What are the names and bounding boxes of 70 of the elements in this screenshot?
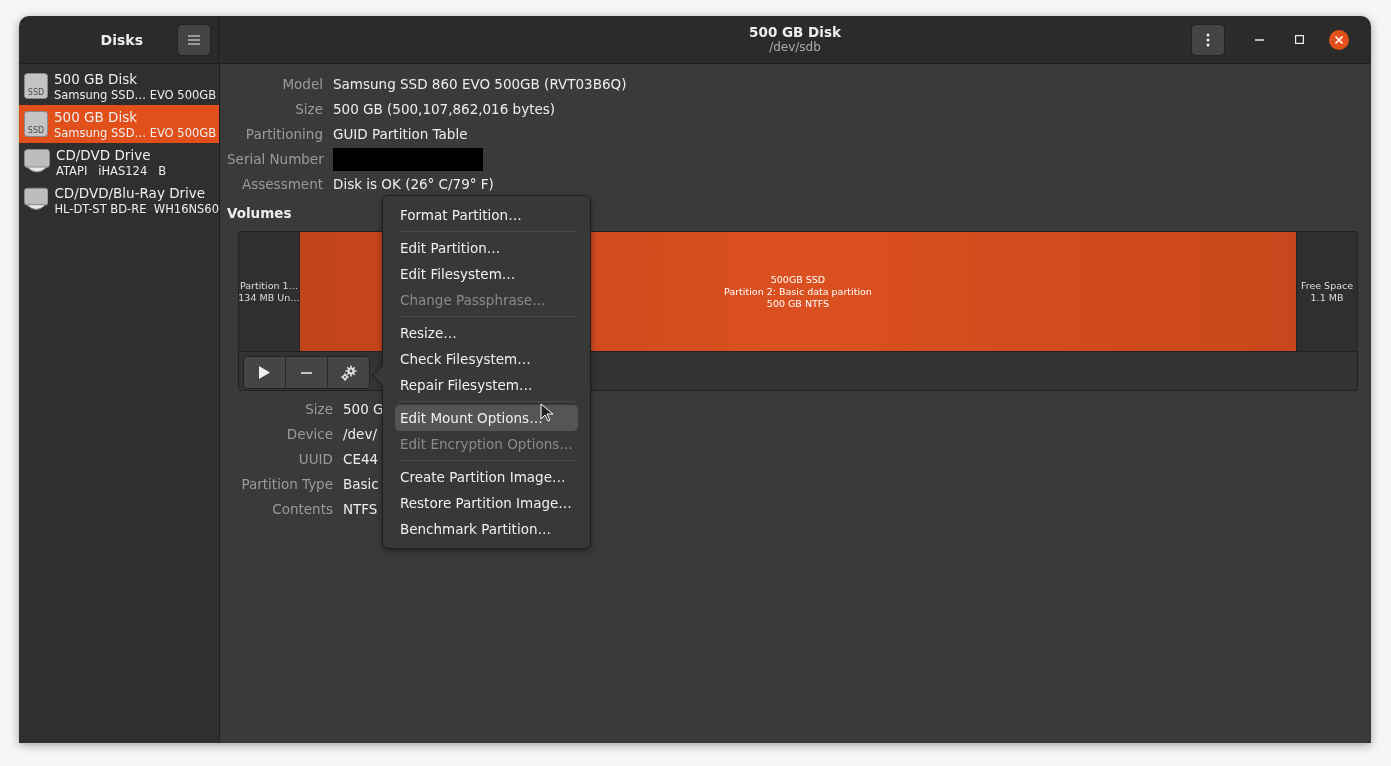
field-value: Samsung SSD 860 EVO 500GB (RVT03B6Q) bbox=[333, 75, 627, 94]
field-label: UUID bbox=[297, 450, 333, 469]
menu-item[interactable]: Restore Partition Image… bbox=[395, 490, 578, 516]
menu-item[interactable]: Edit Mount Options… bbox=[395, 405, 578, 431]
disk-list-item[interactable]: SSD 500 GB Disk Samsung SSD… EVO 500GB bbox=[19, 105, 219, 143]
disk-model: HL-DT-ST BD-RE WH16NS60 bbox=[54, 201, 219, 216]
menu-item[interactable]: Edit Partition… bbox=[395, 235, 578, 261]
field-value: CE44 bbox=[343, 450, 380, 469]
partition-label: Partition 2: Basic data partition bbox=[724, 285, 872, 298]
close-icon bbox=[1329, 29, 1349, 50]
partition-label: 500GB SSD bbox=[770, 273, 826, 286]
partition-segment[interactable]: Partition 1… 134 MB Un… bbox=[239, 232, 299, 351]
field-value: /dev/ bbox=[343, 425, 378, 444]
field-label: Serial Number bbox=[227, 150, 323, 169]
ssd-drive-icon: SSD bbox=[24, 73, 48, 99]
disk-list-item[interactable]: CD/DVD Drive ATAPI iHAS124 B bbox=[19, 143, 219, 181]
disk-name: CD/DVD Drive bbox=[56, 146, 152, 164]
disk-model: Samsung SSD… EVO 500GB bbox=[54, 125, 217, 140]
settings-button[interactable] bbox=[327, 357, 369, 388]
partition-label: 500 GB NTFS bbox=[766, 297, 830, 310]
mouse-pointer-icon bbox=[540, 403, 554, 423]
disk-list-item[interactable]: SSD 500 GB Disk Samsung SSD… EVO 500GB bbox=[19, 67, 219, 105]
field-value: 500 G bbox=[343, 400, 384, 419]
optical-drive-icon bbox=[24, 149, 50, 175]
app-title: Disks bbox=[100, 31, 143, 48]
menu-item[interactable]: Resize… bbox=[395, 320, 578, 346]
partition-label: 134 MB Un… bbox=[238, 291, 300, 304]
more-options-button[interactable] bbox=[1191, 23, 1225, 56]
field-value: NTFS bbox=[343, 500, 379, 519]
partition-segment[interactable]: Free Space 1.1 MB bbox=[1296, 232, 1357, 351]
disk-model: Samsung SSD… EVO 500GB bbox=[54, 87, 217, 102]
field-value: Basic bbox=[343, 475, 380, 494]
disk-name: 500 GB Disk bbox=[54, 70, 139, 88]
menu-item[interactable]: Edit Filesystem… bbox=[395, 261, 578, 287]
disk-name: 500 GB Disk bbox=[54, 108, 139, 126]
menu-item[interactable]: Benchmark Partition… bbox=[395, 516, 578, 542]
hamburger-icon bbox=[188, 34, 200, 45]
menu-item[interactable]: Format Partition… bbox=[395, 202, 578, 228]
partition-label: 1.1 MB bbox=[1310, 291, 1344, 304]
field-label: Device bbox=[285, 425, 333, 444]
window-title: 500 GB Disk bbox=[748, 24, 842, 40]
menu-item[interactable]: Create Partition Image… bbox=[395, 464, 578, 490]
field-label: Size bbox=[294, 100, 323, 119]
field-value: 500 GB (500,107,862,016 bytes) bbox=[333, 100, 557, 119]
partition-label: Partition 1… bbox=[239, 279, 299, 292]
gears-icon bbox=[340, 364, 357, 381]
mount-button[interactable] bbox=[244, 357, 285, 388]
minus-icon bbox=[301, 371, 312, 374]
optical-drive-icon bbox=[24, 187, 49, 213]
disk-name: CD/DVD/Blu-Ray Drive bbox=[54, 184, 207, 202]
field-label: Contents bbox=[271, 500, 333, 519]
field-value: GUID Partition Table bbox=[333, 125, 469, 144]
field-label: Model bbox=[281, 75, 323, 94]
disk-list-item[interactable]: CD/DVD/Blu-Ray Drive HL-DT-ST BD-RE WH16NS60 bbox=[19, 181, 219, 219]
field-value: Disk is OK (26° C/79° F) bbox=[333, 175, 495, 194]
minimize-icon bbox=[1254, 38, 1264, 41]
field-label: Assessment bbox=[241, 175, 323, 194]
field-label: Partition Type bbox=[240, 475, 333, 494]
menu-button[interactable] bbox=[177, 23, 211, 56]
field-label: Size bbox=[304, 400, 333, 419]
ssd-drive-icon: SSD bbox=[24, 111, 48, 137]
play-icon bbox=[259, 366, 270, 379]
partition-label: Free Space bbox=[1300, 279, 1354, 292]
maximize-icon bbox=[1294, 35, 1304, 44]
disk-model: ATAPI iHAS124 B bbox=[56, 163, 167, 178]
vertical-dots-icon bbox=[1206, 32, 1210, 47]
section-heading: Volumes bbox=[227, 205, 292, 221]
field-label: Partitioning bbox=[244, 125, 323, 144]
window-subtitle: /dev/sdb bbox=[768, 40, 822, 55]
menu-item[interactable]: Repair Filesystem… bbox=[395, 372, 578, 398]
